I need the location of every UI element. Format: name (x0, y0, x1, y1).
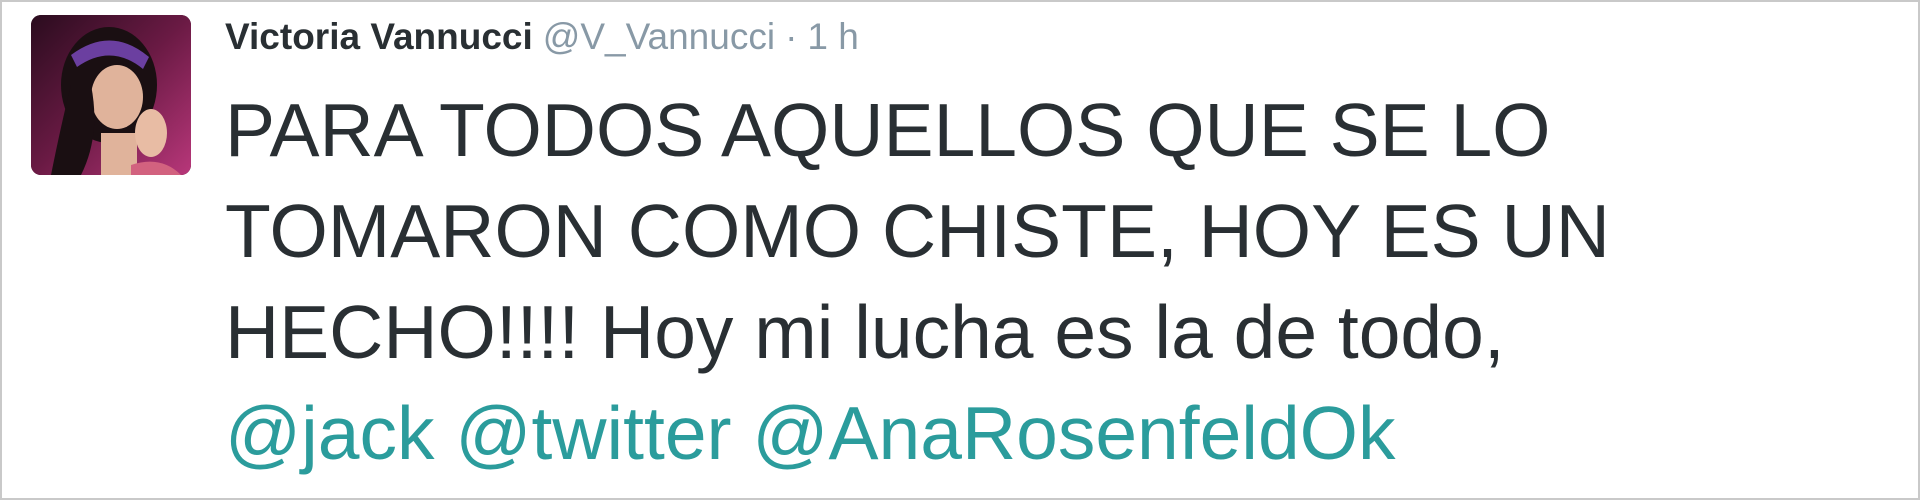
avatar[interactable] (31, 15, 191, 175)
mentions-line: @jack @twitter @AnaRosenfeldOk (225, 383, 1885, 484)
tweet-card: Victoria Vannucci @V_Vannucci · 1 h PARA TO… (0, 0, 1920, 500)
user-handle[interactable]: @V_Vannucci (543, 16, 775, 57)
display-name[interactable]: Victoria Vannucci (225, 16, 533, 57)
mention-link[interactable]: @twitter (455, 391, 731, 475)
tweet-text-line: TOMARON COMO CHISTE, HOY ES UN (225, 189, 1610, 273)
meta-separator: · (785, 16, 798, 57)
avatar-photo (31, 15, 191, 175)
tweet-header: Victoria Vannucci @V_Vannucci · 1 h (225, 12, 859, 62)
mention-link[interactable]: @jack (225, 391, 435, 475)
tweet-text-line: HECHO!!!! Hoy mi lucha es la de todo, (225, 290, 1505, 374)
mention-link[interactable]: @AnaRosenfeldOk (752, 391, 1395, 475)
tweet-text: PARA TODOS AQUELLOS QUE SE LO TOMARON CO… (225, 80, 1885, 484)
timestamp[interactable]: 1 h (807, 16, 858, 57)
tweet-text-line: PARA TODOS AQUELLOS QUE SE LO (225, 88, 1551, 172)
